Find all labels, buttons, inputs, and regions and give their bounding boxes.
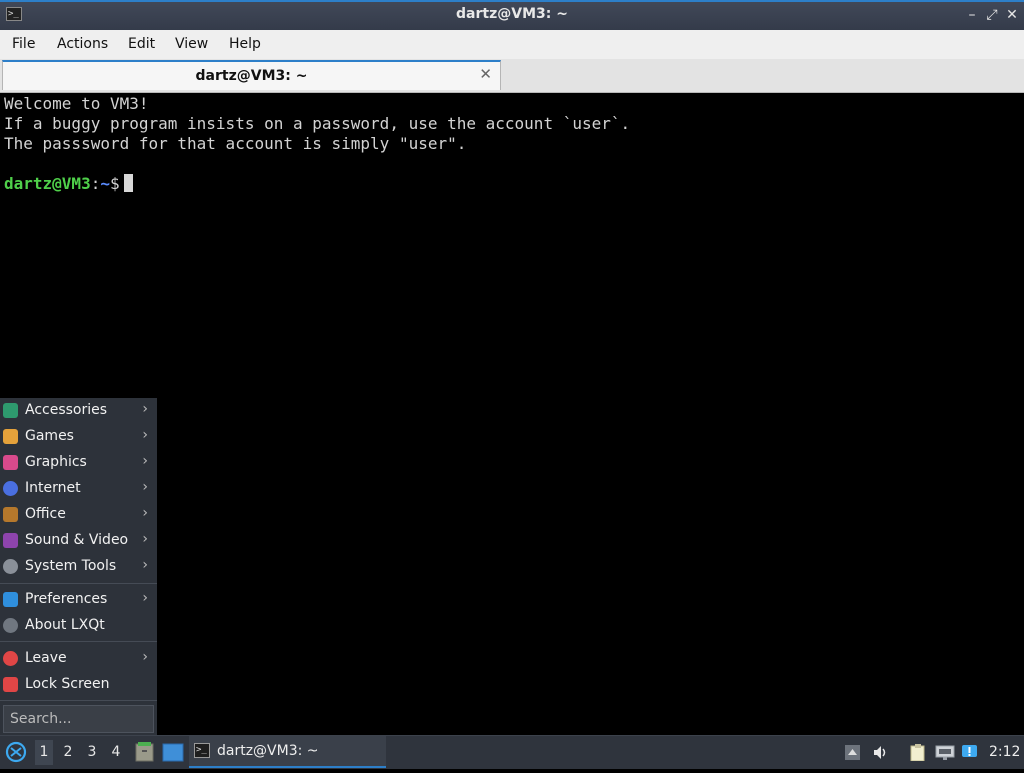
close-window-button[interactable]: ✕ — [1002, 5, 1022, 25]
menu-separator — [0, 700, 157, 701]
network-button[interactable] — [935, 744, 955, 761]
menu-view[interactable]: View — [175, 36, 208, 52]
chevron-right-icon: › — [142, 427, 148, 443]
menubar: File Actions Edit View Help — [0, 30, 1024, 60]
menu-item-label: Graphics — [25, 454, 87, 470]
menu-item-label: About LXQt — [25, 617, 105, 633]
menu-item-system-tools[interactable]: System Tools › — [0, 554, 157, 580]
tab-label: dartz@VM3: ~ — [195, 68, 308, 84]
chevron-right-icon: › — [142, 649, 148, 665]
show-desktop-button[interactable] — [162, 736, 184, 769]
tab-bar: dartz@VM3: ~ ✕ — [0, 59, 1024, 93]
speaker-icon — [874, 746, 886, 759]
chevron-right-icon: › — [142, 479, 148, 495]
lxqt-logo-icon — [5, 741, 27, 763]
chevron-right-icon: › — [142, 531, 148, 547]
chevron-right-icon: › — [142, 505, 148, 521]
chevron-up-icon — [845, 745, 860, 760]
window-titlebar[interactable]: >_ dartz@VM3: ~ – ⤢ ✕ — [0, 0, 1024, 30]
terminal-line: If a buggy program insists on a password… — [4, 114, 631, 133]
main-menu-button[interactable] — [4, 736, 28, 769]
file-manager-launcher[interactable] — [134, 736, 154, 769]
workspace-3[interactable]: 3 — [83, 744, 101, 760]
prompt-user: dartz@VM3 — [4, 174, 91, 193]
lock-icon — [3, 677, 18, 692]
window-title: dartz@VM3: ~ — [456, 6, 568, 22]
menu-item-label: Lock Screen — [25, 676, 110, 692]
menu-item-games[interactable]: Games › — [0, 424, 157, 450]
menu-item-label: Office — [25, 506, 66, 522]
clipboard-button[interactable] — [908, 744, 928, 762]
notification-icon — [962, 745, 977, 757]
file-cabinet-icon — [135, 742, 154, 762]
terminal-task-icon: >_ — [194, 743, 210, 758]
task-label: dartz@VM3: ~ — [217, 743, 319, 759]
menu-help[interactable]: Help — [229, 36, 261, 52]
menu-item-label: System Tools — [25, 558, 117, 574]
tab-terminal[interactable]: dartz@VM3: ~ ✕ — [2, 60, 501, 90]
minimize-button[interactable]: – — [962, 5, 982, 25]
notification-button[interactable] — [961, 744, 978, 761]
menu-separator — [0, 641, 157, 642]
tray-expand-button[interactable] — [844, 744, 861, 761]
menu-item-label: Accessories — [25, 402, 108, 418]
terminal-prompt: dartz@VM3:~$ — [4, 174, 133, 194]
menu-item-label: Sound & Video — [25, 532, 129, 548]
menu-actions[interactable]: Actions — [57, 36, 108, 52]
menu-item-label: Preferences — [25, 591, 108, 607]
task-terminal-button[interactable]: >_ dartz@VM3: ~ — [189, 736, 386, 768]
system-tools-icon — [3, 559, 18, 574]
workspace-2[interactable]: 2 — [59, 744, 77, 760]
menu-item-label: Games — [25, 428, 74, 444]
terminal-line: The passsword for that account is simply… — [4, 134, 467, 153]
menu-item-office[interactable]: Office › — [0, 502, 157, 528]
taskbar: 1 2 3 4 >_ dartz@VM3: ~ 2:12 — [0, 735, 1024, 769]
menu-file[interactable]: File — [12, 36, 35, 52]
workspace-4[interactable]: 4 — [107, 744, 125, 760]
menu-item-accessories[interactable]: Accessories › — [0, 398, 157, 424]
tab-close-icon[interactable]: ✕ — [479, 65, 492, 83]
prompt-path: ~ — [100, 174, 110, 193]
chevron-right-icon: › — [142, 590, 148, 606]
workspace-1[interactable]: 1 — [35, 740, 53, 765]
network-icon — [935, 745, 955, 760]
graphics-icon — [3, 455, 18, 470]
accessories-icon — [3, 403, 18, 418]
chevron-right-icon: › — [142, 401, 148, 417]
menu-item-lock-screen[interactable]: Lock Screen — [0, 672, 157, 698]
menu-item-sound-video[interactable]: Sound & Video › — [0, 528, 157, 554]
menu-item-graphics[interactable]: Graphics › — [0, 450, 157, 476]
power-icon — [3, 651, 18, 666]
prompt-separator: : — [90, 174, 101, 193]
start-menu: Accessories › Games › Graphics › Internet › Offi… — [0, 398, 157, 735]
prompt-symbol: $ — [109, 174, 120, 193]
maximize-button[interactable]: ⤢ — [982, 5, 1002, 25]
menu-item-label: Leave — [25, 650, 67, 666]
terminal-cursor — [123, 174, 133, 192]
menu-item-label: Internet — [25, 480, 81, 496]
sound-video-icon — [3, 533, 18, 548]
menu-separator — [0, 583, 157, 584]
menu-item-internet[interactable]: Internet › — [0, 476, 157, 502]
games-icon — [3, 429, 18, 444]
chevron-right-icon: › — [142, 557, 148, 573]
menu-item-about-lxqt[interactable]: About LXQt — [0, 613, 157, 639]
desktop-icon — [162, 743, 184, 762]
preferences-icon — [3, 592, 18, 607]
volume-button[interactable] — [872, 744, 889, 761]
menu-item-preferences[interactable]: Preferences › — [0, 587, 157, 613]
clock[interactable]: 2:12 — [989, 744, 1020, 760]
info-icon — [3, 618, 18, 633]
clipboard-icon — [910, 744, 925, 762]
office-icon — [3, 507, 18, 522]
menu-edit[interactable]: Edit — [128, 36, 155, 52]
menu-item-leave[interactable]: Leave › — [0, 646, 157, 672]
terminal-line: Welcome to VM3! — [4, 94, 149, 113]
chevron-right-icon: › — [142, 453, 148, 469]
internet-icon — [3, 481, 18, 496]
menu-search-input[interactable]: Search... — [3, 705, 154, 733]
